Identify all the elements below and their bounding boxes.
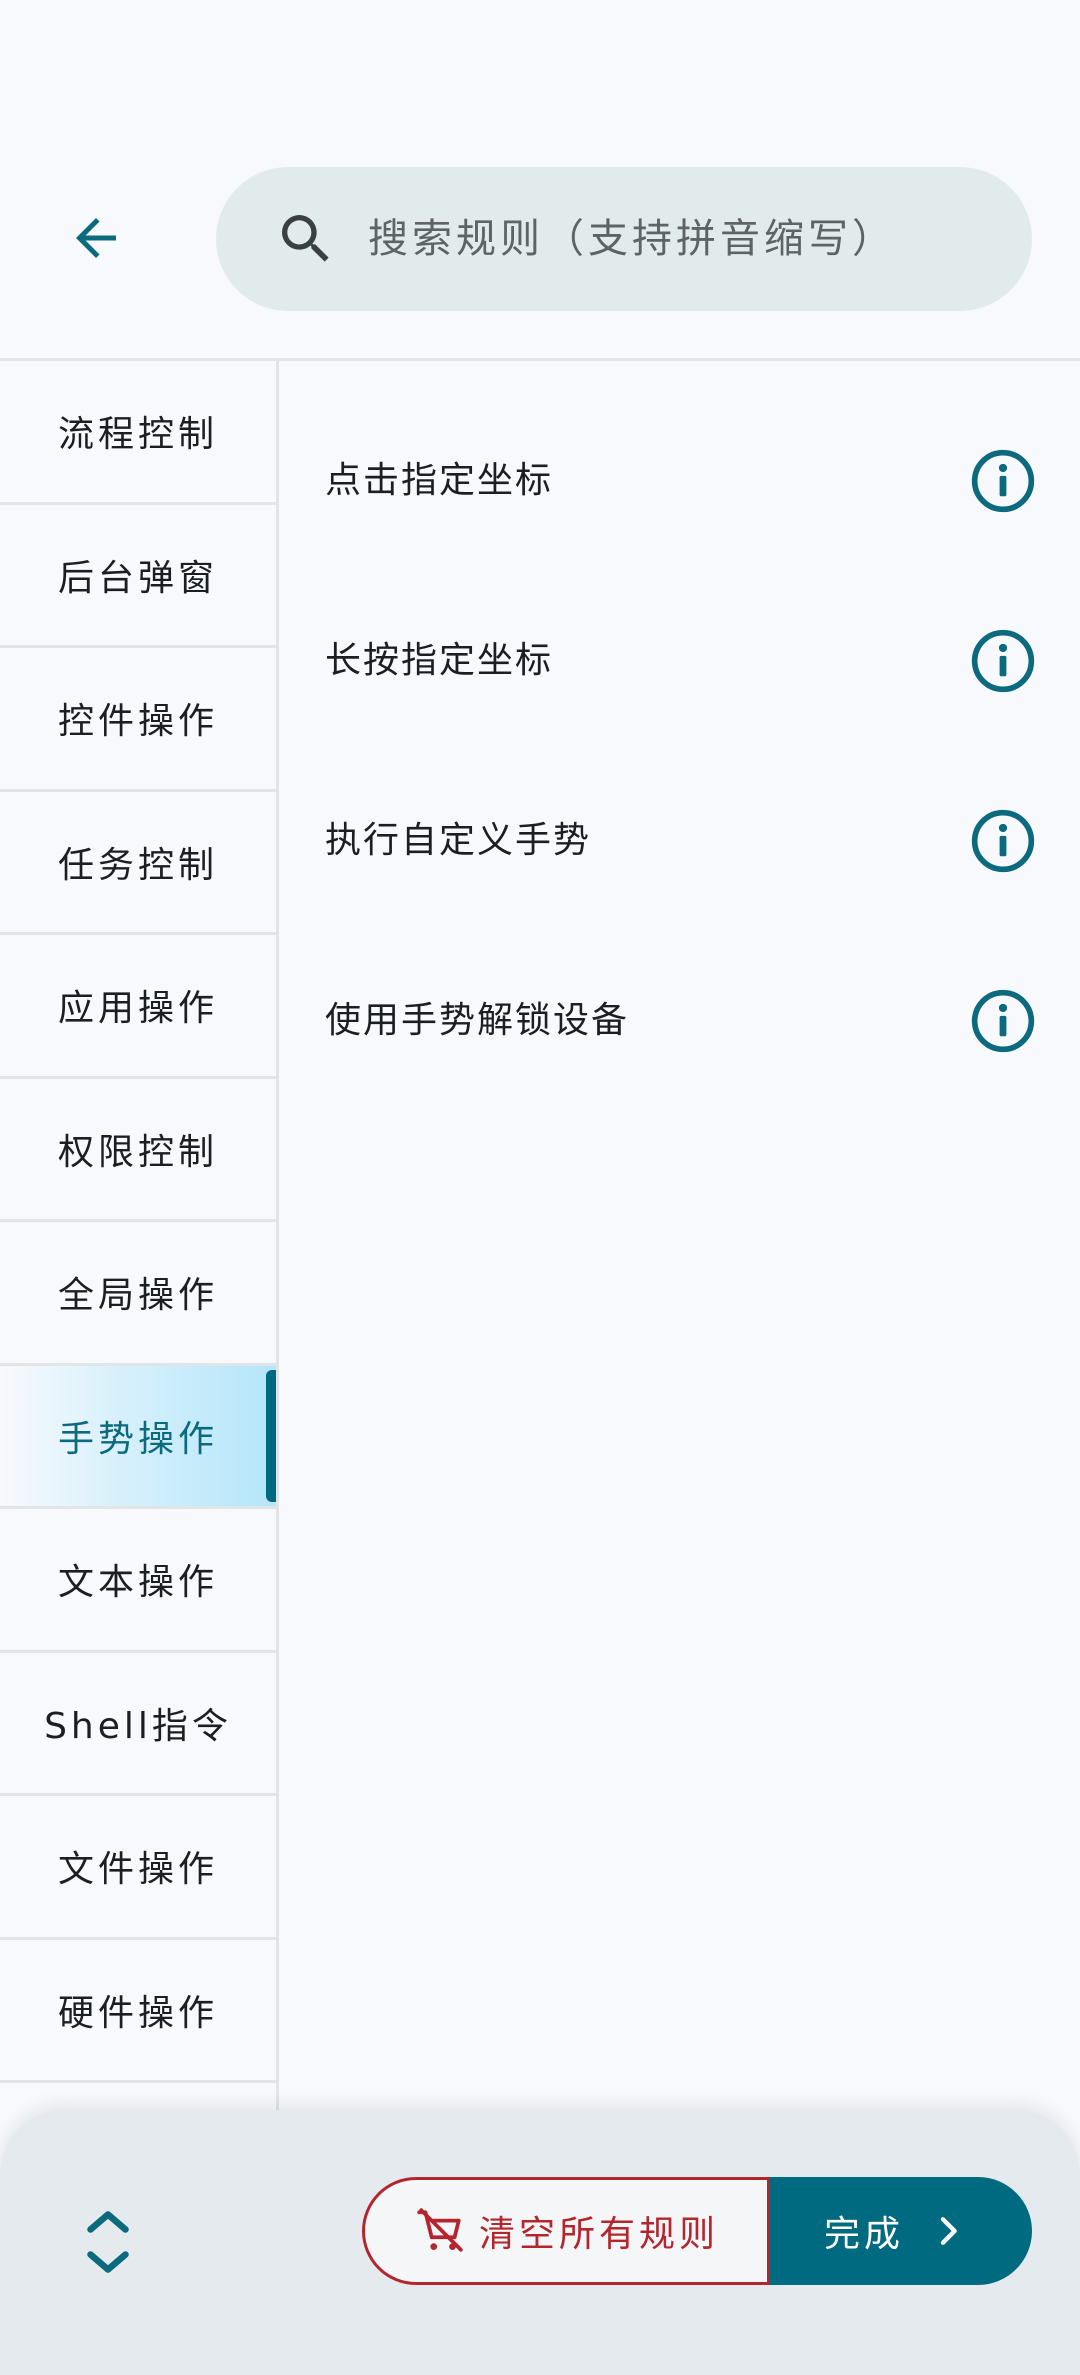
- category-sidebar: 流程控制 后台弹窗 控件操作 任务控制 应用操作 权限控制 全局操作 手势操作 …: [0, 361, 276, 2111]
- sidebar-item-shell-command[interactable]: Shell指令: [0, 1653, 276, 1796]
- chevron-right-icon: [940, 2217, 957, 2245]
- search-icon: [282, 215, 329, 262]
- sidebar-item-label: 控件操作: [57, 701, 218, 743]
- top-bar: [0, 0, 1080, 358]
- sidebar-item-label: Shell指令: [44, 1705, 232, 1747]
- arrow-left-icon: [76, 218, 116, 258]
- done-label: 完成: [824, 2214, 905, 2255]
- sidebar-item-flow-control[interactable]: 流程控制: [0, 361, 276, 505]
- sidebar-item-gesture-operation[interactable]: 手势操作: [0, 1365, 276, 1509]
- done-button[interactable]: 完成: [767, 2177, 1032, 2285]
- search-box[interactable]: [216, 167, 1032, 311]
- info-icon[interactable]: [969, 987, 1037, 1055]
- back-button[interactable]: [54, 196, 138, 280]
- rule-list: 点击指定坐标 长按指定坐标 执行自定义手势 使用手势解锁设备: [279, 361, 1080, 2111]
- rule-item-long-press-coordinate[interactable]: 长按指定坐标: [279, 571, 1080, 751]
- sidebar-item-label: 文件操作: [57, 1849, 218, 1891]
- unfold-icon: [87, 2211, 129, 2273]
- clear-all-rules-button[interactable]: 清空所有规则: [362, 2177, 770, 2285]
- rule-item-tap-coordinate[interactable]: 点击指定坐标: [279, 391, 1080, 571]
- sidebar-item-label: 文本操作: [57, 1562, 218, 1604]
- rule-label: 使用手势解锁设备: [325, 1000, 630, 1041]
- sidebar-item-label: 全局操作: [57, 1275, 218, 1317]
- sidebar-item-global-operation[interactable]: 全局操作: [0, 1222, 276, 1366]
- sidebar-item-text-operation[interactable]: 文本操作: [0, 1509, 276, 1653]
- sidebar-item-widget-operation[interactable]: 控件操作: [0, 648, 276, 792]
- sidebar-item-label: 硬件操作: [57, 1992, 218, 2034]
- bottom-action-bar: 清空所有规则 完成: [0, 2110, 1080, 2375]
- expand-collapse-button[interactable]: [70, 2204, 146, 2280]
- clear-all-rules-label: 清空所有规则: [479, 2214, 720, 2255]
- info-icon[interactable]: [969, 627, 1037, 695]
- info-icon[interactable]: [969, 447, 1037, 515]
- search-input[interactable]: [368, 167, 1008, 311]
- sidebar-item-app-operation[interactable]: 应用操作: [0, 935, 276, 1079]
- sidebar-item-background-popup[interactable]: 后台弹窗: [0, 505, 276, 648]
- remove-cart-icon: [417, 2208, 463, 2252]
- sidebar-item-permission-control[interactable]: 权限控制: [0, 1079, 276, 1222]
- rule-item-gesture-unlock[interactable]: 使用手势解锁设备: [279, 931, 1080, 1111]
- sidebar-item-label: 应用操作: [57, 988, 218, 1030]
- sidebar-item-label: 任务控制: [57, 844, 218, 886]
- rule-label: 长按指定坐标: [325, 640, 554, 681]
- sidebar-item-label: 后台弹窗: [57, 557, 218, 599]
- rule-label: 点击指定坐标: [325, 460, 554, 501]
- info-icon[interactable]: [969, 807, 1037, 875]
- sidebar-item-file-operation[interactable]: 文件操作: [0, 1796, 276, 1940]
- sidebar-item-label: 手势操作: [57, 1418, 218, 1460]
- rule-item-custom-gesture[interactable]: 执行自定义手势: [279, 751, 1080, 931]
- sidebar-item-task-control[interactable]: 任务控制: [0, 792, 276, 935]
- sidebar-item-hardware-operation[interactable]: 硬件操作: [0, 1940, 276, 2083]
- sidebar-item-label: 流程控制: [57, 414, 218, 456]
- rule-label: 执行自定义手势: [325, 820, 592, 861]
- selected-indicator: [266, 1369, 276, 1502]
- sidebar-item-label: 权限控制: [57, 1131, 218, 1173]
